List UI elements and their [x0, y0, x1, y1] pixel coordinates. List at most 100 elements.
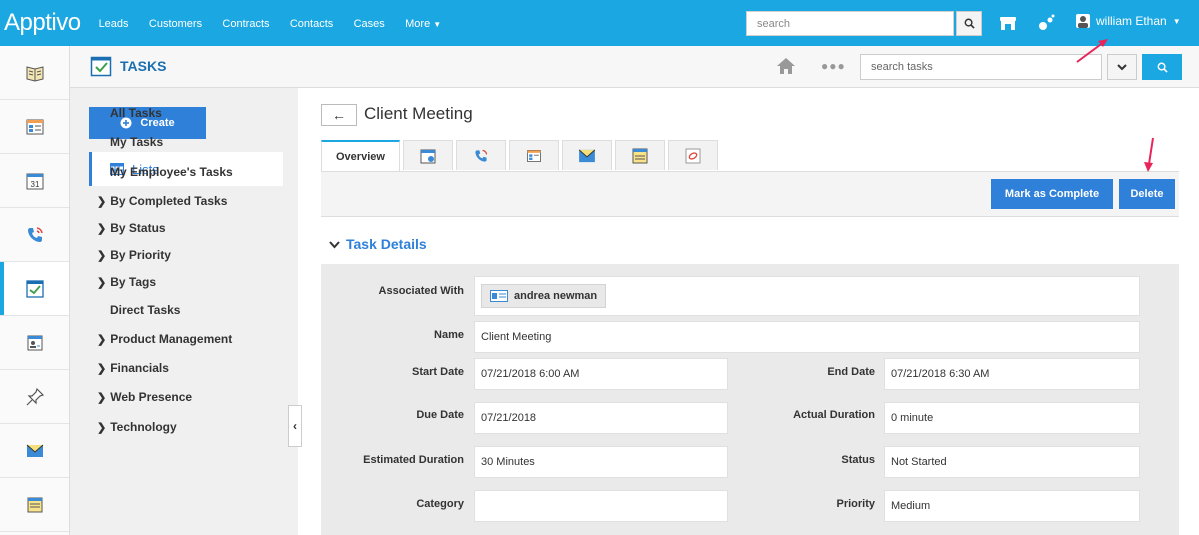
- phone-icon: [475, 149, 488, 162]
- nav-contracts[interactable]: Contracts: [222, 18, 269, 30]
- caret-down-icon: ▼: [433, 19, 442, 29]
- sidebar-item-label: Product Management: [110, 332, 233, 346]
- associated-contact-chip[interactable]: andrea newman: [481, 284, 607, 308]
- chevron-right-icon: ❯: [97, 223, 107, 235]
- due-date-label: Due Date: [416, 409, 464, 421]
- sidebar-item-label: By Completed Tasks: [110, 194, 228, 208]
- sidebar-item-label: By Priority: [110, 248, 171, 262]
- chevron-left-icon: ‹: [293, 419, 297, 433]
- arrow-left-icon: ←: [332, 107, 346, 123]
- delete-button[interactable]: Delete: [1119, 179, 1175, 209]
- start-date-label: Start Date: [412, 366, 464, 378]
- app-title-text: TASKS: [120, 58, 167, 74]
- chevron-right-icon: ❯: [97, 250, 107, 262]
- app-phone-icon[interactable]: [0, 208, 69, 262]
- nav-leads[interactable]: Leads: [99, 18, 129, 30]
- home-icon[interactable]: [776, 56, 796, 79]
- sidebar-item-label: Technology: [110, 420, 177, 434]
- envelope-icon: [578, 149, 596, 162]
- contact-card-icon: [490, 290, 508, 302]
- associated-contact-name: andrea newman: [514, 290, 598, 302]
- sidebar-item-financials[interactable]: ❯ Financials: [97, 361, 169, 375]
- tab-calendar[interactable]: [402, 140, 453, 170]
- end-date-label: End Date: [827, 366, 875, 378]
- chevron-right-icon: ❯: [97, 363, 107, 375]
- annotation-arrow-user: [1076, 39, 1108, 63]
- category-label: Category: [416, 498, 464, 510]
- sidebar-item-direct-tasks[interactable]: Direct Tasks: [110, 303, 180, 317]
- app-calendar-icon[interactable]: 31: [0, 154, 69, 208]
- app-book-icon[interactable]: [0, 46, 69, 100]
- connections-icon[interactable]: [1036, 12, 1058, 34]
- back-button[interactable]: ←: [321, 104, 357, 126]
- mark-as-complete-button[interactable]: Mark as Complete: [991, 179, 1113, 209]
- sidebar-item-label: Web Presence: [110, 390, 193, 404]
- app-pin-icon[interactable]: [0, 370, 69, 424]
- nav-customers[interactable]: Customers: [149, 18, 202, 30]
- nav-more[interactable]: More ▼: [405, 18, 441, 30]
- attachment-icon: [685, 148, 701, 163]
- svg-text:31: 31: [30, 180, 39, 189]
- tab-emails[interactable]: [561, 140, 612, 170]
- user-avatar-icon: [1076, 14, 1090, 28]
- sidebar-item-technology[interactable]: ❯ Technology: [97, 420, 177, 434]
- sidebar-item-all-tasks[interactable]: All Tasks: [110, 106, 162, 120]
- more-options-icon[interactable]: ●●●: [821, 59, 846, 73]
- chevron-right-icon: ❯: [97, 334, 107, 346]
- task-search-input[interactable]: search tasks: [860, 54, 1102, 80]
- tab-sticky-notes[interactable]: [614, 140, 665, 170]
- sidebar-item-label: All Tasks: [110, 106, 162, 120]
- app-header: TASKS ●●● search tasks: [70, 46, 1199, 88]
- task-details-section-toggle[interactable]: Task Details: [329, 236, 427, 252]
- sidebar-collapse-toggle[interactable]: ‹: [288, 405, 302, 447]
- app-notes-icon[interactable]: [0, 478, 69, 532]
- sidebar-item-by-tags[interactable]: ❯ By Tags: [97, 275, 156, 289]
- sidebar-item-web-presence[interactable]: ❯ Web Presence: [97, 390, 192, 404]
- app-icon-bar: 31: [0, 46, 70, 535]
- app-mail-icon[interactable]: [0, 424, 69, 478]
- actual-duration-label: Actual Duration: [793, 409, 875, 421]
- top-nav: Leads Customers Contracts Contacts Cases…: [99, 16, 459, 30]
- estimated-duration-value: 30 Minutes: [474, 446, 728, 478]
- sidebar-item-label: My Employee's Tasks: [110, 165, 233, 179]
- sidebar-item-product-management[interactable]: ❯ Product Management: [97, 332, 232, 346]
- record-tabs: Overview: [321, 140, 721, 172]
- user-menu[interactable]: william Ethan ▼: [1076, 14, 1181, 28]
- record-action-bar: Mark as Complete Delete: [321, 171, 1179, 217]
- sidebar-item-by-priority[interactable]: ❯ By Priority: [97, 248, 171, 262]
- sidebar-item-my-tasks[interactable]: My Tasks: [110, 135, 163, 149]
- priority-label: Priority: [836, 498, 875, 510]
- nav-cases[interactable]: Cases: [354, 18, 385, 30]
- chevron-right-icon: ❯: [97, 277, 107, 289]
- tab-overview[interactable]: Overview: [321, 140, 400, 172]
- global-search-button[interactable]: [956, 11, 982, 36]
- annotation-arrow-delete: [1144, 137, 1154, 172]
- nav-contacts[interactable]: Contacts: [290, 18, 333, 30]
- app-contact-card-icon[interactable]: [0, 316, 69, 370]
- sidebar-item-by-status[interactable]: ❯ By Status: [97, 221, 166, 235]
- due-date-value: 07/21/2018: [474, 402, 728, 434]
- tab-notes-list[interactable]: [508, 140, 559, 170]
- sticky-note-icon: [632, 148, 648, 163]
- store-icon[interactable]: [997, 12, 1019, 34]
- app-tasks-icon[interactable]: [0, 262, 69, 316]
- apptivo-logo[interactable]: Apptivo: [4, 9, 81, 37]
- task-search-button[interactable]: [1142, 54, 1182, 80]
- app-form-icon[interactable]: [0, 100, 69, 154]
- chevron-down-icon: [329, 240, 340, 248]
- nav-more-label: More: [405, 18, 431, 30]
- note-list-icon: [527, 149, 541, 162]
- sidebar-item-my-employee-s-tasks[interactable]: My Employee's Tasks: [110, 165, 233, 179]
- sidebar-item-label: By Tags: [110, 275, 157, 289]
- search-icon: [964, 18, 975, 29]
- record-title: Client Meeting: [364, 104, 473, 123]
- sidebar-item-by-completed-tasks[interactable]: ❯ By Completed Tasks: [97, 194, 227, 208]
- sidebar: Create Lists All Tasks My Tasks My Employe…: [70, 88, 298, 535]
- global-search-input[interactable]: search: [746, 11, 954, 36]
- chevron-right-icon: ❯: [97, 392, 107, 404]
- category-value: [474, 490, 728, 522]
- associated-with-field: andrea newman: [474, 276, 1140, 316]
- tab-attachments[interactable]: [667, 140, 718, 170]
- tasks-checkbox-icon: [90, 56, 112, 77]
- tab-calls[interactable]: [455, 140, 506, 170]
